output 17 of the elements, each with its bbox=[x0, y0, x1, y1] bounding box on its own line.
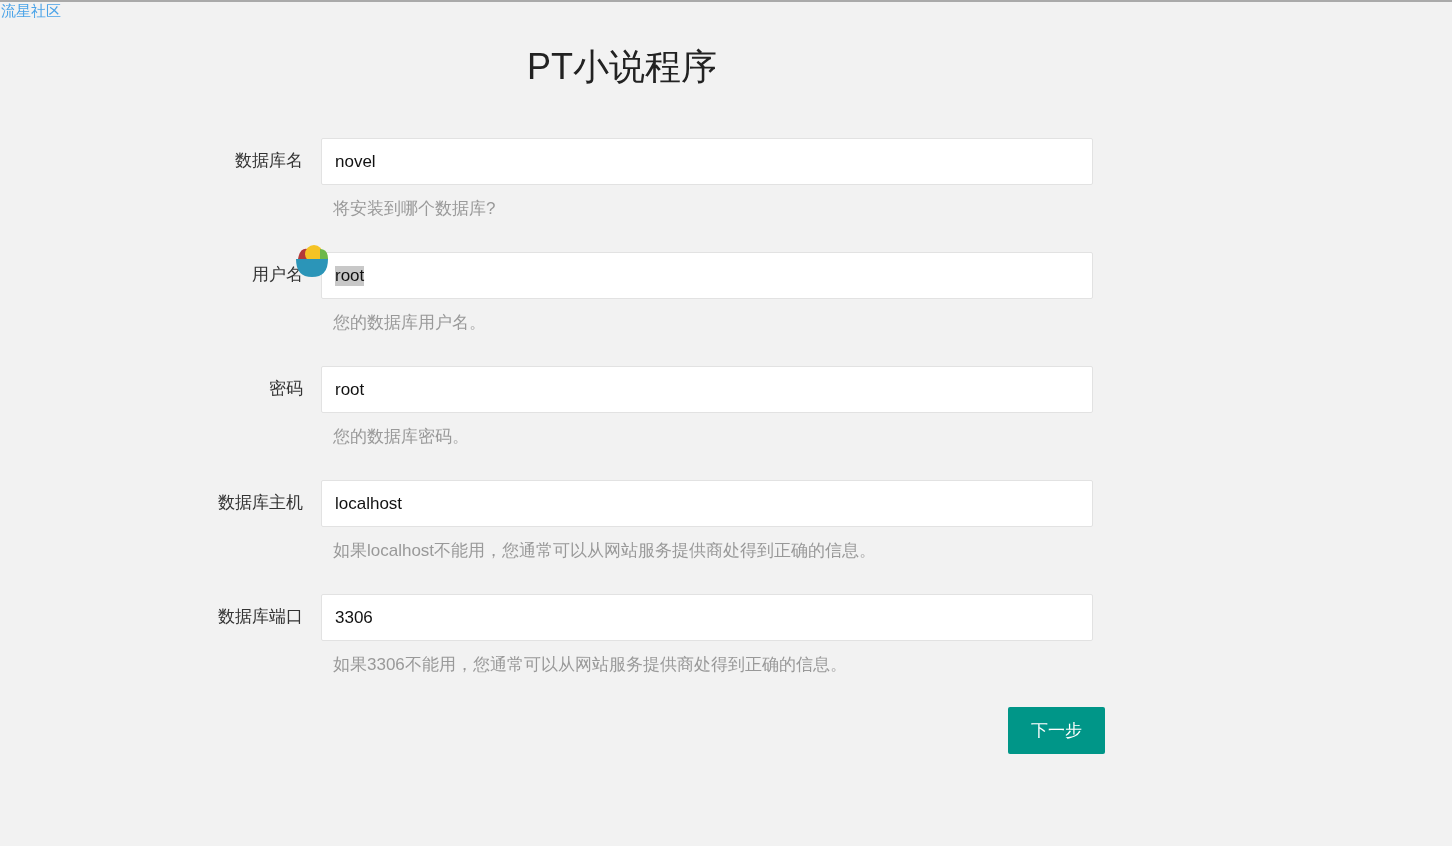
field-hint: 如果3306不能用，您通常可以从网站服务提供商处得到正确的信息。 bbox=[332, 654, 848, 676]
field-hint: 如果localhost不能用，您通常可以从网站服务提供商处得到正确的信息。 bbox=[332, 540, 878, 562]
input-field[interactable]: 3306 bbox=[321, 594, 1093, 641]
input-field[interactable]: localhost bbox=[321, 480, 1093, 527]
field-label: 数据库端口 bbox=[217, 606, 303, 628]
field-hint: 您的数据库用户名。 bbox=[332, 312, 487, 334]
field-label: 数据库名 bbox=[234, 150, 303, 172]
field-label: 数据库主机 bbox=[217, 492, 303, 514]
field-label: 密码 bbox=[268, 378, 303, 400]
field-hint: 您的数据库密码。 bbox=[332, 426, 470, 448]
page-title: PT小说程序 bbox=[527, 45, 717, 89]
input-field[interactable]: novel bbox=[321, 138, 1093, 185]
input-field[interactable]: root bbox=[321, 366, 1093, 413]
input-field[interactable]: root bbox=[321, 252, 1093, 299]
field-hint: 将安装到哪个数据库? bbox=[332, 198, 497, 220]
next-button[interactable]: 下一步 bbox=[1008, 707, 1105, 754]
field-label: 用户名 bbox=[251, 264, 303, 286]
